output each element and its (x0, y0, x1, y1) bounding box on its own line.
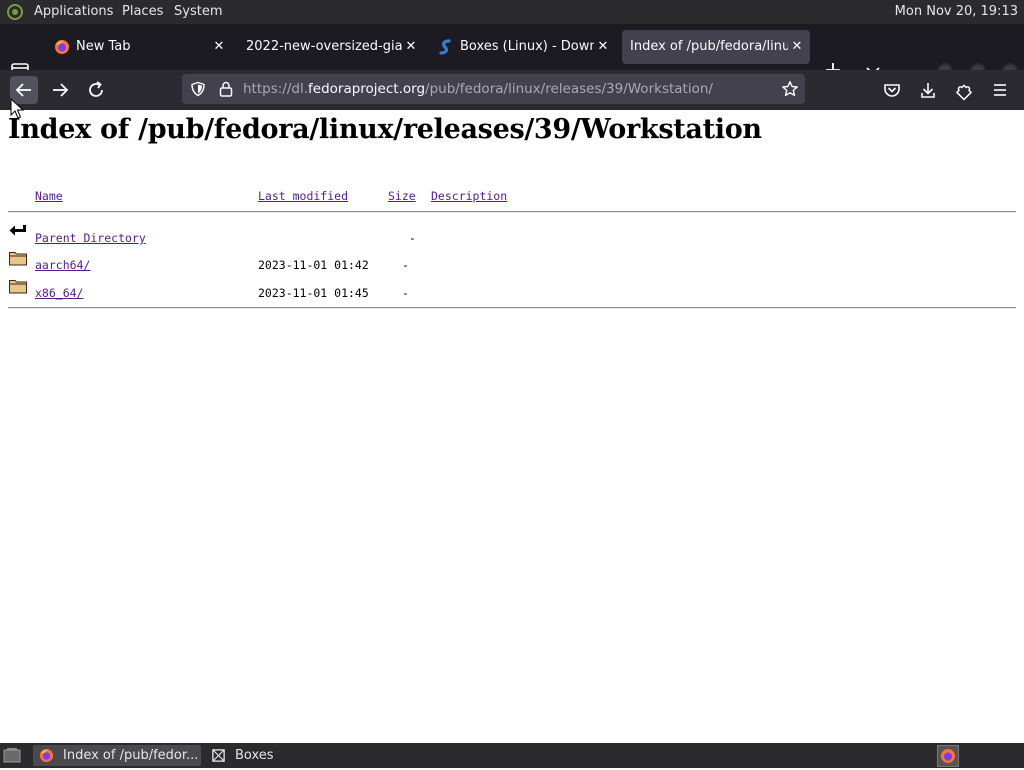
close-icon[interactable]: ✕ (404, 30, 418, 64)
folder-icon (9, 252, 27, 266)
clock[interactable]: Mon Nov 20, 19:13 (895, 0, 1018, 24)
firefox-icon (55, 40, 69, 54)
divider (8, 307, 1016, 309)
taskbar-item-boxes[interactable]: Boxes (205, 745, 295, 766)
extensions-button[interactable] (950, 76, 978, 104)
tab-title: Index of /pub/fedora/linux/ (630, 39, 788, 54)
row-size: - (409, 231, 416, 245)
close-icon[interactable]: ✕ (790, 30, 804, 64)
tab-oversized-giant[interactable]: 2022-new-oversized-giant ✕ (238, 30, 424, 64)
firefox-icon (941, 749, 955, 763)
divider (8, 211, 1016, 213)
back-arrow-icon (9, 225, 26, 236)
reload-button[interactable] (82, 76, 110, 104)
reload-icon (89, 81, 103, 97)
taskbar: Index of /pub/fedor... Boxes (0, 743, 1024, 768)
star-icon[interactable] (781, 80, 799, 98)
places-menu[interactable]: Places (122, 0, 163, 24)
shield-icon[interactable] (190, 81, 206, 97)
boxes-icon (439, 39, 451, 55)
sort-by-description-link[interactable]: Description (431, 189, 507, 203)
url-text[interactable]: https://dl.fedoraproject.org/pub/fedora/… (243, 74, 713, 104)
tab-title: New Tab (76, 39, 131, 54)
page-content: Index of /pub/fedora/linux/releases/39/W… (0, 110, 1024, 743)
downloads-button[interactable] (914, 76, 942, 104)
parent-directory-link[interactable]: Parent Directory (35, 231, 146, 245)
top-panel: Applications Places System Mon Nov 20, 1… (0, 0, 1024, 24)
close-icon[interactable]: ✕ (212, 30, 226, 64)
row-modified: 2023-11-01 01:42 (258, 258, 369, 272)
tab-boxes[interactable]: Boxes (Linux) - Downlo ✕ (430, 30, 616, 64)
mouse-cursor-icon (10, 98, 24, 119)
tab-title: 2022-new-oversized-giant (246, 39, 402, 54)
folder-icon (9, 280, 27, 294)
distro-logo-icon[interactable] (6, 3, 24, 21)
taskbar-item-label: Index of /pub/fedor... (63, 748, 199, 763)
row-modified: 2023-11-01 01:45 (258, 286, 369, 300)
row-size: - (402, 286, 409, 300)
row-size: - (402, 258, 409, 272)
show-desktop-icon[interactable] (2, 746, 22, 765)
forward-button[interactable] (46, 76, 74, 104)
workspace-switcher[interactable] (937, 745, 959, 767)
download-icon (921, 83, 935, 98)
sort-by-name-link[interactable]: Name (35, 189, 63, 203)
app-menu-button[interactable] (986, 76, 1014, 104)
arrow-right-icon (53, 83, 69, 97)
pocket-button[interactable] (878, 76, 906, 104)
firefox-icon (39, 748, 54, 763)
folder-link-x86_64[interactable]: x86_64/ (35, 286, 83, 300)
pocket-icon (884, 84, 900, 97)
tab-bar: New Tab ✕ 2022-new-oversized-giant ✕ Box… (0, 24, 1024, 83)
page-title: Index of /pub/fedora/linux/releases/39/W… (8, 114, 762, 145)
system-menu[interactable]: System (174, 0, 222, 24)
tab-title: Boxes (Linux) - Downlo (460, 39, 594, 54)
applications-menu[interactable]: Applications (34, 0, 113, 24)
url-bar[interactable]: https://dl.fedoraproject.org/pub/fedora/… (182, 74, 805, 104)
url-prefix: https://dl. (243, 81, 309, 97)
nav-toolbar: https://dl.fedoraproject.org/pub/fedora/… (0, 70, 1024, 110)
tab-fedora-index[interactable]: Index of /pub/fedora/linux/ ✕ (622, 30, 810, 64)
hamburger-menu-icon (994, 84, 1006, 96)
close-icon[interactable]: ✕ (596, 30, 610, 64)
tab-new-tab[interactable]: New Tab ✕ (46, 30, 232, 64)
sort-by-size-link[interactable]: Size (388, 189, 416, 203)
lock-icon[interactable] (218, 80, 234, 98)
url-path: /pub/fedora/linux/releases/39/Workstatio… (425, 81, 713, 97)
boxes-icon (212, 749, 225, 762)
taskbar-item-firefox[interactable]: Index of /pub/fedor... (33, 745, 201, 766)
url-domain: fedoraproject.org (308, 81, 426, 97)
folder-link-aarch64[interactable]: aarch64/ (35, 258, 90, 272)
taskbar-item-label: Boxes (235, 748, 274, 763)
sort-by-modified-link[interactable]: Last modified (258, 189, 348, 203)
puzzle-piece-icon (956, 84, 972, 101)
